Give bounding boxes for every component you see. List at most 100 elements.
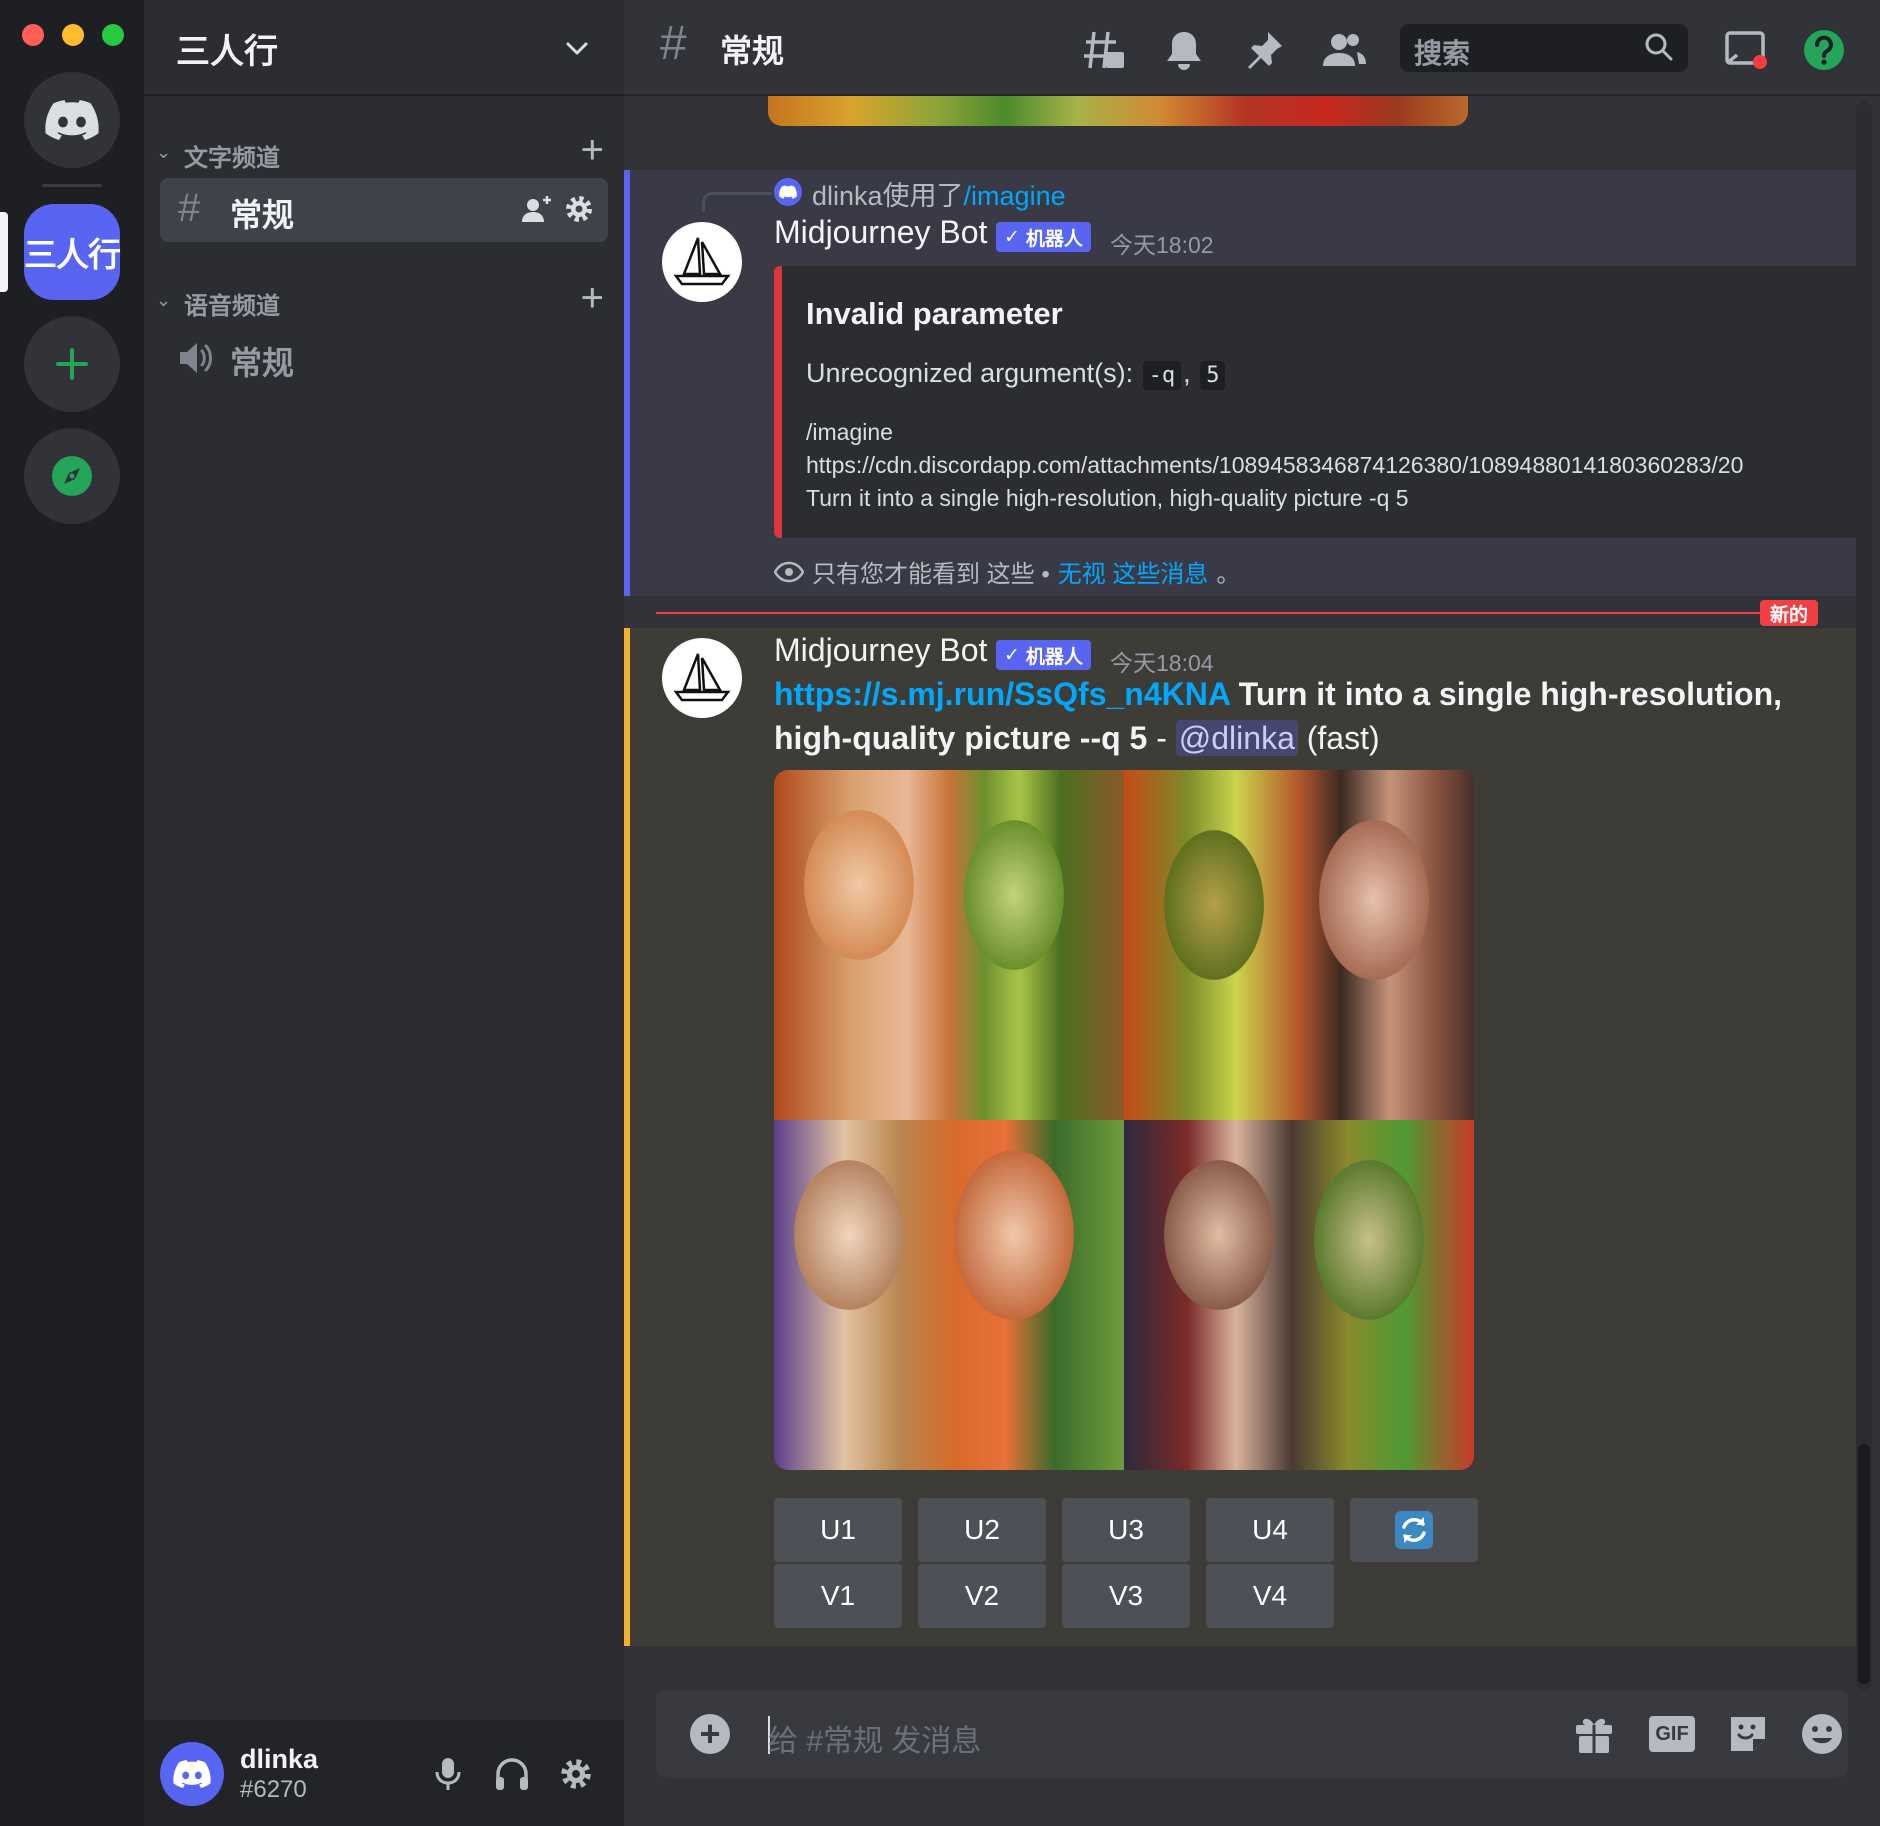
image-tile bbox=[774, 1120, 1124, 1470]
channel-general-voice[interactable]: 常规 bbox=[160, 326, 608, 390]
reply-context[interactable]: dlinka使用了/imagine bbox=[812, 174, 1066, 213]
gift-icon bbox=[1576, 1718, 1612, 1753]
create-channel-icon[interactable]: + bbox=[581, 276, 604, 321]
gif-button[interactable]: GIF bbox=[1648, 1712, 1696, 1756]
gear-icon[interactable] bbox=[564, 194, 594, 224]
arg-code: 5 bbox=[1200, 361, 1226, 390]
microphone-icon bbox=[435, 1758, 461, 1790]
arg-separator: , bbox=[1183, 358, 1191, 388]
embed-body-line: /imagine bbox=[806, 419, 893, 445]
dismiss-link[interactable]: 无视 这些消息 bbox=[1058, 554, 1209, 589]
window-minimize-button[interactable] bbox=[62, 24, 84, 46]
variation-button-3[interactable]: V3 bbox=[1062, 1564, 1190, 1628]
reply-command[interactable]: /imagine bbox=[964, 181, 1066, 211]
upscale-button-3[interactable]: U3 bbox=[1062, 1498, 1190, 1562]
hash-icon: # bbox=[660, 17, 687, 70]
message-ephemeral-error: dlinka使用了/imagine Midjourney Bot ✓ 机器人 今天… bbox=[624, 170, 1858, 596]
speed-label: (fast) bbox=[1297, 720, 1380, 756]
avatar[interactable] bbox=[160, 1742, 224, 1806]
channel-name: 常规 bbox=[230, 345, 295, 381]
prompt-text: high-quality picture --q 5 bbox=[774, 720, 1148, 756]
author-name[interactable]: Midjourney Bot bbox=[774, 632, 987, 669]
avatar[interactable] bbox=[662, 638, 742, 718]
category-label: 语音频道 bbox=[184, 293, 280, 320]
window-close-button[interactable] bbox=[22, 24, 44, 46]
user-tag: #6270 bbox=[240, 1776, 307, 1803]
generated-image-grid[interactable] bbox=[774, 770, 1474, 1470]
embed-title: Invalid parameter bbox=[806, 296, 1063, 331]
gif-icon: GIF bbox=[1649, 1716, 1695, 1752]
avatar[interactable] bbox=[662, 222, 742, 302]
plus-icon bbox=[56, 348, 88, 380]
sailboat-icon bbox=[673, 237, 731, 286]
mute-button[interactable] bbox=[428, 1754, 468, 1794]
home-button[interactable] bbox=[24, 72, 120, 168]
discord-logo-icon bbox=[45, 100, 99, 140]
invite-icon[interactable] bbox=[520, 194, 554, 226]
compass-icon bbox=[52, 456, 92, 496]
variation-button-2[interactable]: V2 bbox=[918, 1564, 1046, 1628]
search-placeholder: 搜索 bbox=[1414, 38, 1471, 69]
bot-badge: ✓ 机器人 bbox=[996, 640, 1091, 670]
variation-button-1[interactable]: V1 bbox=[774, 1564, 902, 1628]
bot-tag-label: 机器人 bbox=[1025, 646, 1083, 668]
page-title: 常规 bbox=[720, 33, 785, 69]
sticker-button[interactable] bbox=[1724, 1712, 1772, 1756]
member-list-button[interactable] bbox=[1320, 26, 1368, 74]
category-text[interactable]: ⌄ 文字频道 + bbox=[152, 128, 612, 174]
arg-code: -q bbox=[1142, 361, 1182, 390]
threads-button[interactable] bbox=[1080, 26, 1128, 74]
help-button[interactable] bbox=[1800, 26, 1848, 74]
previous-image-attachment[interactable] bbox=[768, 96, 1468, 126]
reply-user: dlinka使用了 bbox=[812, 181, 964, 211]
guild-header[interactable]: 三人行 bbox=[144, 0, 624, 96]
error-embed: Invalid parameter Unrecognized argument(… bbox=[774, 266, 1858, 538]
sailboat-icon bbox=[673, 653, 731, 702]
chevron-down-icon: ⌄ bbox=[156, 290, 172, 310]
channel-general-text[interactable]: # 常规 bbox=[160, 178, 608, 242]
chevron-down-icon: ⌄ bbox=[156, 142, 172, 162]
variation-button-4[interactable]: V4 bbox=[1206, 1564, 1334, 1628]
user-settings-button[interactable] bbox=[556, 1754, 596, 1794]
upscale-button-1[interactable]: U1 bbox=[774, 1498, 902, 1562]
bot-tag-label: 机器人 bbox=[1025, 228, 1083, 250]
bot-badge: ✓ 机器人 bbox=[996, 222, 1091, 252]
timestamp: 今天18:04 bbox=[1110, 650, 1214, 676]
server-sanrenxing[interactable]: 三人行 bbox=[24, 204, 121, 300]
create-channel-icon[interactable]: + bbox=[581, 128, 604, 173]
message-image-grid: Midjourney Bot ✓ 机器人 今天18:04 https://s.mj… bbox=[624, 628, 1856, 1646]
embed-body-line: https://cdn.discordapp.com/attachments/1… bbox=[806, 452, 1744, 478]
upscale-button-2[interactable]: U2 bbox=[918, 1498, 1046, 1562]
emoji-button[interactable] bbox=[1798, 1712, 1846, 1756]
deafen-button[interactable] bbox=[492, 1754, 532, 1794]
user-mention[interactable]: @dlinka bbox=[1175, 720, 1298, 756]
headphones-icon bbox=[496, 1758, 528, 1790]
chevron-down-icon bbox=[566, 42, 588, 55]
inbox-button[interactable] bbox=[1722, 26, 1770, 74]
upscale-button-4[interactable]: U4 bbox=[1206, 1498, 1334, 1562]
threads-icon bbox=[1084, 31, 1124, 69]
search-input[interactable]: 搜索 bbox=[1400, 24, 1688, 72]
bell-icon bbox=[1167, 32, 1201, 70]
author-name[interactable]: Midjourney Bot bbox=[774, 214, 987, 251]
channel-name: 常规 bbox=[230, 197, 295, 233]
inbox-icon bbox=[1725, 31, 1767, 69]
reroll-button[interactable] bbox=[1350, 1498, 1478, 1562]
message-input[interactable]: 给 #常规 发消息 bbox=[768, 1716, 981, 1760]
window-zoom-button[interactable] bbox=[102, 24, 124, 46]
check-icon: ✓ bbox=[1004, 226, 1020, 248]
pinned-button[interactable] bbox=[1240, 26, 1288, 74]
add-server-button[interactable] bbox=[24, 316, 120, 412]
variation-button-row: V1 V2 V3 V4 bbox=[774, 1564, 1334, 1628]
upload-button[interactable]: + bbox=[690, 1714, 730, 1754]
embed-description: Unrecognized argument(s): -q, 5 bbox=[806, 358, 1227, 390]
category-voice[interactable]: ⌄ 语音频道 + bbox=[152, 276, 612, 322]
prompt-text: Turn it into a single high-resolution, bbox=[1229, 676, 1783, 712]
notifications-button[interactable] bbox=[1160, 26, 1208, 74]
scrollbar-thumb[interactable] bbox=[1858, 1444, 1870, 1684]
explore-button[interactable] bbox=[24, 428, 120, 524]
gift-button[interactable] bbox=[1570, 1712, 1618, 1756]
prompt-link[interactable]: https://s.mj.run/SsQfs_n4KNA bbox=[774, 676, 1230, 712]
message-composer[interactable]: + 给 #常规 发消息 GIF bbox=[656, 1690, 1848, 1778]
scrollbar[interactable] bbox=[1856, 100, 1872, 1690]
